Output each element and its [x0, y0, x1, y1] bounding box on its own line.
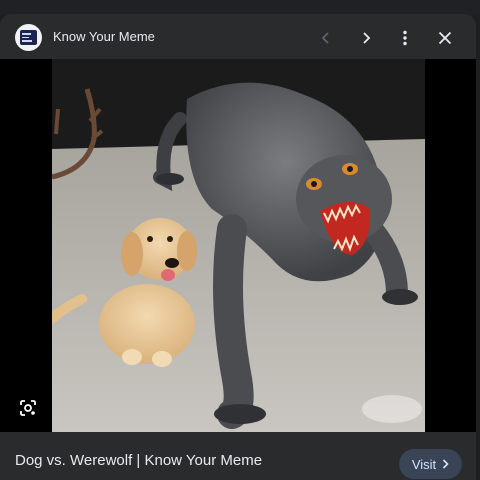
- site-name[interactable]: Know Your Meme: [53, 29, 155, 44]
- preview-header: Know Your Meme: [0, 14, 476, 59]
- image-preview-panel: Know Your Meme Dog vs. Werewolf | Know Y…: [0, 14, 476, 480]
- visit-button[interactable]: Visit: [399, 449, 462, 479]
- lens-search-icon: [20, 400, 36, 416]
- preview-image[interactable]: [52, 59, 425, 432]
- top-strip: [0, 0, 480, 14]
- close-icon: [438, 31, 452, 45]
- chevron-right-icon: [363, 32, 371, 44]
- image-caption[interactable]: Dog vs. Werewolf | Know Your Meme: [15, 452, 262, 469]
- visit-button-label: Visit: [411, 456, 437, 472]
- chevron-right-icon: [443, 459, 449, 469]
- previous-button[interactable]: [312, 24, 340, 52]
- chevron-left-icon: [321, 32, 329, 44]
- dog-and-werewolf-illustration: [52, 59, 425, 432]
- close-button[interactable]: [431, 24, 459, 52]
- preview-footer: Dog vs. Werewolf | Know Your Meme Visit: [0, 432, 476, 480]
- more-vert-icon: [403, 30, 407, 46]
- know-your-meme-logo-icon[interactable]: [15, 24, 42, 51]
- next-button[interactable]: [352, 24, 380, 52]
- image-area: [0, 59, 476, 432]
- scroll-rail: [476, 14, 480, 480]
- more-options-button[interactable]: [391, 24, 419, 52]
- lens-search-button[interactable]: [14, 394, 42, 422]
